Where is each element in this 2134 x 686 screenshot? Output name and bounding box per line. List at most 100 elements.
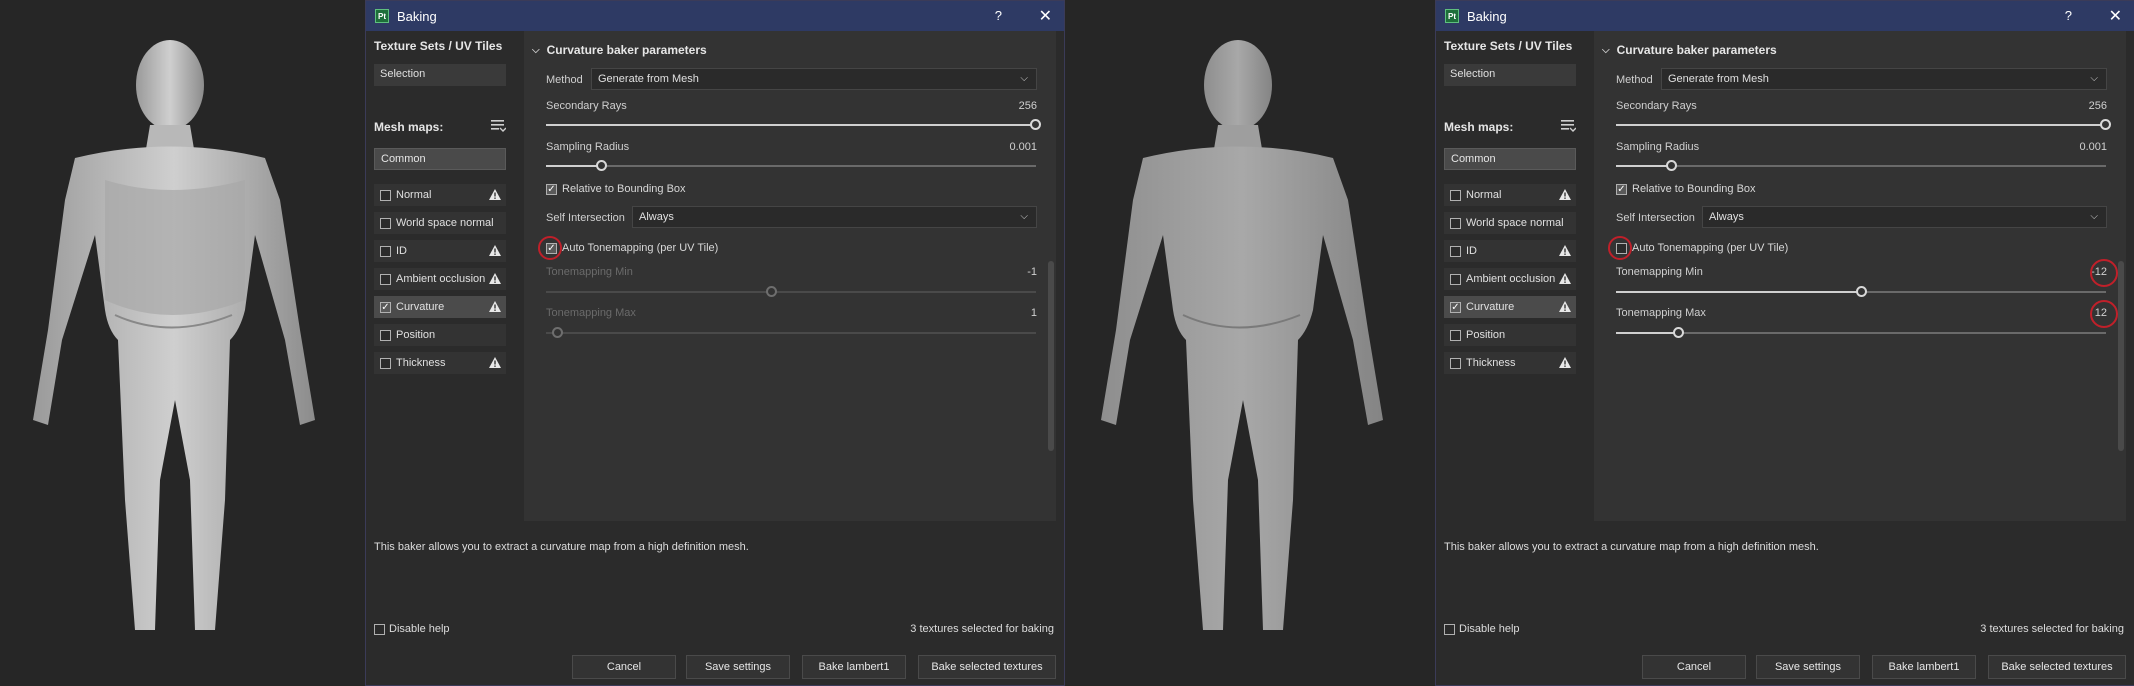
viewport-left[interactable] — [0, 0, 365, 686]
checkbox[interactable] — [1450, 217, 1461, 229]
mesh-map-label: Normal — [396, 189, 432, 201]
method-label: Method — [1616, 74, 1653, 86]
slider-handle[interactable] — [1856, 286, 1867, 297]
close-icon[interactable]: ✕ — [2109, 6, 2122, 26]
disable-help-label: Disable help — [389, 623, 450, 635]
checkbox-checked[interactable]: ✓ — [1450, 301, 1461, 313]
relative-bbox-row[interactable]: ✓ Relative to Bounding Box — [1616, 183, 1756, 195]
common-category[interactable]: Common — [1444, 148, 1576, 170]
tonemapping-max-label: Tonemapping Max — [1616, 307, 1706, 319]
bake-selected-button[interactable]: Bake selected textures — [918, 655, 1056, 679]
bake-lambert-button[interactable]: Bake lambert1 — [1872, 655, 1976, 679]
cancel-button[interactable]: Cancel — [1642, 655, 1746, 679]
section-header[interactable]: ⌵ Curvature baker parameters — [532, 43, 707, 57]
checkbox[interactable] — [1450, 245, 1461, 257]
method-dropdown[interactable]: Generate from Mesh ⌵ — [1661, 68, 2107, 90]
mesh-map-world-space-normal[interactable]: World space normal — [374, 212, 506, 234]
mesh-map-curvature[interactable]: ✓ Curvature — [1444, 296, 1576, 318]
section-header[interactable]: ⌵ Curvature baker parameters — [1602, 43, 1777, 57]
disable-help-row[interactable]: Disable help — [374, 623, 450, 635]
chevron-down-icon: ⌵ — [1020, 211, 1028, 222]
title-bar[interactable]: Pt Baking ? ✕ — [1436, 1, 2134, 31]
mesh-map-ambient-occlusion[interactable]: Ambient occlusion — [374, 268, 506, 290]
mesh-map-world-space-normal[interactable]: World space normal — [1444, 212, 1576, 234]
list-filter-icon[interactable] — [490, 119, 506, 133]
secondary-rays-slider[interactable] — [546, 124, 1036, 126]
bake-lambert-button[interactable]: Bake lambert1 — [802, 655, 906, 679]
mesh-map-label: Curvature — [1466, 301, 1515, 313]
mesh-map-id[interactable]: ID — [374, 240, 506, 262]
tonemapping-min-value: -1 — [1027, 266, 1037, 278]
bake-selected-button[interactable]: Bake selected textures — [1988, 655, 2126, 679]
tonemapping-max-value[interactable]: 12 — [2047, 307, 2107, 319]
mesh-map-normal[interactable]: Normal — [1444, 184, 1576, 206]
title-bar[interactable]: Pt Baking ? ✕ — [366, 1, 1064, 31]
baking-dialog-right: Pt Baking ? ✕ Texture Sets / UV Tiles Se… — [1435, 0, 2134, 686]
scrollbar[interactable] — [1048, 261, 1054, 451]
checkbox[interactable] — [374, 623, 385, 635]
checkbox-checked[interactable]: ✓ — [1616, 183, 1627, 195]
save-settings-button[interactable]: Save settings — [1756, 655, 1860, 679]
checkbox[interactable] — [380, 189, 391, 201]
checkbox[interactable] — [1616, 242, 1627, 254]
checkbox-checked[interactable]: ✓ — [380, 301, 391, 313]
slider-handle[interactable] — [596, 160, 607, 171]
method-dropdown[interactable]: Generate from Mesh ⌵ — [591, 68, 1037, 90]
mesh-maps-label: Mesh maps: — [374, 120, 444, 134]
checkbox[interactable] — [1450, 273, 1461, 285]
relative-bbox-row[interactable]: ✓ Relative to Bounding Box — [546, 183, 686, 195]
mesh-map-label: World space normal — [1466, 217, 1564, 229]
slider-handle[interactable] — [1673, 327, 1684, 338]
checkbox[interactable] — [1444, 623, 1455, 635]
slider-handle[interactable] — [1666, 160, 1677, 171]
slider-handle[interactable] — [1030, 119, 1041, 130]
mesh-map-id[interactable]: ID — [1444, 240, 1576, 262]
self-intersection-dropdown[interactable]: Always ⌵ — [632, 206, 1037, 228]
selection-field[interactable]: Selection — [374, 64, 506, 86]
mesh-map-normal[interactable]: Normal — [374, 184, 506, 206]
warning-icon — [489, 189, 501, 200]
mesh-map-ambient-occlusion[interactable]: Ambient occlusion — [1444, 268, 1576, 290]
sampling-radius-label: Sampling Radius — [546, 141, 630, 153]
mesh-map-position[interactable]: Position — [374, 324, 506, 346]
sampling-radius-slider[interactable] — [546, 165, 1036, 167]
checkbox[interactable] — [1450, 357, 1461, 369]
baker-parameters-panel: ⌵ Curvature baker parameters Method Gene… — [1594, 31, 2126, 521]
warning-icon — [489, 245, 501, 256]
checkbox[interactable] — [1450, 189, 1461, 201]
auto-tonemapping-row[interactable]: ✓ Auto Tonemapping (per UV Tile) — [546, 242, 718, 254]
self-intersection-dropdown[interactable]: Always ⌵ — [1702, 206, 2107, 228]
checkbox-checked[interactable]: ✓ — [546, 242, 557, 254]
disable-help-row[interactable]: Disable help — [1444, 623, 1520, 635]
mesh-map-thickness[interactable]: Thickness — [374, 352, 506, 374]
secondary-rays-slider[interactable] — [1616, 124, 2106, 126]
viewport-right[interactable] — [1068, 0, 1433, 686]
sampling-radius-slider[interactable] — [1616, 165, 2106, 167]
common-category[interactable]: Common — [374, 148, 506, 170]
help-icon[interactable]: ? — [995, 8, 1002, 23]
checkbox[interactable] — [380, 217, 391, 229]
tonemapping-min-value[interactable]: -12 — [2047, 266, 2107, 278]
close-icon[interactable]: ✕ — [1039, 6, 1052, 26]
checkbox[interactable] — [380, 245, 391, 257]
scrollbar[interactable] — [2118, 261, 2124, 451]
auto-tonemapping-row[interactable]: Auto Tonemapping (per UV Tile) — [1616, 242, 1788, 254]
checkbox[interactable] — [1450, 329, 1461, 341]
tonemapping-max-slider[interactable] — [1616, 332, 2106, 334]
mesh-map-thickness[interactable]: Thickness — [1444, 352, 1576, 374]
auto-tonemapping-label: Auto Tonemapping (per UV Tile) — [1632, 242, 1789, 254]
self-intersection-value: Always — [1709, 211, 1744, 223]
self-intersection-value: Always — [639, 211, 674, 223]
checkbox-checked[interactable]: ✓ — [546, 183, 557, 195]
slider-handle[interactable] — [2100, 119, 2111, 130]
selection-field[interactable]: Selection — [1444, 64, 1576, 86]
list-filter-icon[interactable] — [1560, 119, 1576, 133]
help-icon[interactable]: ? — [2065, 8, 2072, 23]
save-settings-button[interactable]: Save settings — [686, 655, 790, 679]
checkbox[interactable] — [380, 357, 391, 369]
checkbox[interactable] — [380, 329, 391, 341]
cancel-button[interactable]: Cancel — [572, 655, 676, 679]
checkbox[interactable] — [380, 273, 391, 285]
mesh-map-curvature[interactable]: ✓ Curvature — [374, 296, 506, 318]
mesh-map-position[interactable]: Position — [1444, 324, 1576, 346]
